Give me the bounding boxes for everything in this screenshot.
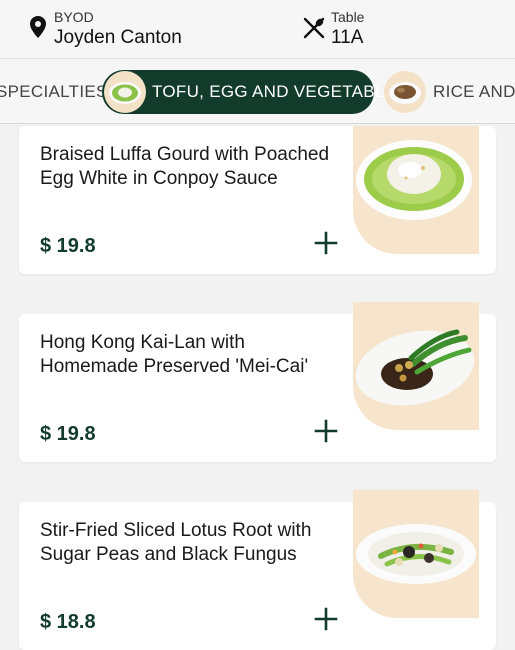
restaurant-name: Joyden Canton — [54, 27, 182, 48]
plus-icon[interactable] — [311, 416, 341, 446]
dish-price: $ 19.8 — [40, 423, 96, 445]
dish-image — [353, 126, 479, 254]
tab-tofu-egg-vegetable[interactable]: TOFU, EGG AND VEGETABLE — [102, 70, 396, 114]
dish-card[interactable]: Hong Kong Kai-Lan with Homemade Preserve… — [19, 302, 496, 462]
header-bar: BYOD Joyden Canton Table 11A — [0, 0, 515, 58]
table-number: 11A — [331, 27, 364, 48]
dish-card[interactable]: Braised Luffa Gourd with Poached Egg Whi… — [19, 126, 496, 274]
dish-name: Hong Kong Kai-Lan with Homemade Preserve… — [40, 332, 309, 377]
dish-price: $ 18.8 — [40, 611, 96, 633]
category-tabs: SPECIALTIES TOFU, EGG AND VEGETABLE RICE… — [0, 58, 515, 124]
table-label: Table — [331, 9, 365, 25]
category-thumbnail — [104, 71, 146, 113]
tab-label: RICE AND NOODLES — [433, 82, 515, 101]
plus-icon[interactable] — [311, 228, 341, 258]
category-thumbnail — [384, 71, 426, 113]
location-pin-icon — [30, 16, 46, 38]
dish-card[interactable]: Stir-Fried Sliced Lotus Root with Sugar … — [19, 490, 496, 650]
plus-icon[interactable] — [311, 604, 341, 634]
location-label: BYOD — [54, 9, 94, 25]
dish-name: Stir-Fried Sliced Lotus Root with Sugar … — [40, 520, 312, 565]
dish-name: Braised Luffa Gourd with Poached Egg Whi… — [40, 144, 330, 189]
tab-label: SPECIALTIES — [0, 82, 108, 101]
dish-image — [353, 490, 479, 618]
dish-image — [353, 302, 479, 430]
fork-spoon-icon — [303, 17, 325, 39]
tab-specialties[interactable]: SPECIALTIES — [0, 59, 108, 123]
dish-price: $ 19.8 — [40, 235, 96, 257]
tab-rice-and-noodles[interactable]: RICE AND NOODLES — [384, 59, 515, 123]
tab-label: TOFU, EGG AND VEGETABLE — [152, 82, 397, 101]
